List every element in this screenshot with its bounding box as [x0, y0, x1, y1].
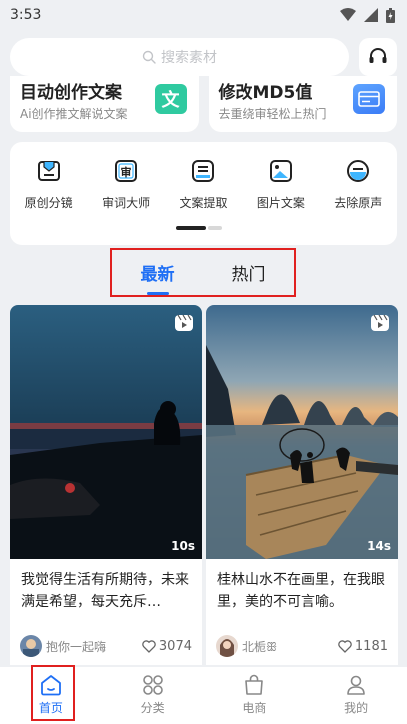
tool-remove-audio[interactable]: 去除原声	[321, 158, 395, 211]
card-icon	[353, 84, 385, 114]
tab-active-indicator	[146, 292, 169, 295]
guilin-river-image	[206, 305, 398, 559]
tool-storyboard[interactable]: 原创分镜	[12, 158, 86, 211]
nav-profile[interactable]: 我的	[305, 667, 407, 724]
feed-tabs: 最新 热门	[110, 248, 296, 297]
heart-icon	[142, 639, 156, 653]
customer-service-button[interactable]	[359, 38, 397, 76]
video-card[interactable]: 10s 我觉得生活有所期待，未来满是希望，每天充斥… 抱你一起嗨 3074	[10, 305, 202, 665]
like-count-value: 1181	[354, 638, 388, 654]
tab-latest-label: 最新	[140, 265, 175, 285]
page-indicator	[176, 226, 222, 230]
author-name[interactable]: 抱你一起嗨	[46, 638, 142, 655]
signal-icon	[364, 8, 378, 22]
video-badge-icon	[371, 314, 389, 331]
wen-icon: 文	[154, 84, 187, 114]
tool-label: 去除原声	[334, 196, 383, 210]
search-placeholder: 搜索素材	[161, 50, 217, 66]
wifi-icon	[340, 8, 356, 21]
feature-card-auto-copywriting[interactable]: 目动创作文案 Ai创作推文解说文案 文	[10, 76, 199, 132]
review-glyph: 审	[121, 165, 132, 179]
video-thumbnail[interactable]: 10s	[10, 305, 202, 559]
like-count-value: 3074	[158, 638, 192, 654]
tab-latest[interactable]: 最新	[133, 260, 183, 295]
shopping-bag-icon	[245, 674, 264, 695]
text-extract-icon	[192, 160, 215, 182]
search-icon	[142, 50, 156, 64]
nav-category-label: 分类	[140, 701, 165, 715]
nav-profile-label: 我的	[344, 701, 369, 715]
home-highlight-box	[31, 665, 75, 721]
nav-ecommerce-label: 电商	[242, 701, 267, 715]
card-title: 我觉得生活有所期待，未来满是希望，每天充斥…	[21, 572, 189, 610]
card-title: 桂林山水不在画里，在我眼里，美的不可言喻。	[217, 572, 385, 610]
review-words-icon: 审	[115, 160, 138, 182]
storyboard-icon	[37, 161, 60, 181]
tool-label: 原创分镜	[24, 196, 73, 210]
category-icon	[142, 675, 163, 695]
tool-label: 图片文案	[256, 196, 305, 210]
avatar[interactable]	[20, 635, 42, 657]
like-count[interactable]: 1181	[338, 639, 388, 654]
feature-card-md5[interactable]: 修改MD5值 去重绕审轻松上热门	[208, 76, 397, 132]
avatar[interactable]	[216, 635, 238, 657]
tab-hot[interactable]: 热门	[224, 260, 274, 285]
card-meta: 抱你一起嗨 3074	[10, 625, 202, 657]
tool-text-extract[interactable]: 文案提取	[166, 158, 240, 211]
video-badge-icon	[175, 314, 193, 331]
video-duration: 10s	[171, 539, 195, 553]
tools-row: 原创分镜 审 审词大师 文案提取 图片文案 去除原声	[10, 142, 397, 211]
status-icons	[340, 7, 395, 23]
headset-icon	[369, 48, 387, 63]
battery-icon	[386, 7, 395, 23]
image-text-icon	[269, 160, 292, 182]
tool-label: 审词大师	[102, 196, 151, 210]
search-input[interactable]: 搜索素材	[10, 38, 349, 76]
nav-ecommerce[interactable]: 电商	[204, 667, 306, 724]
tool-label: 文案提取	[179, 196, 228, 210]
video-thumbnail[interactable]: 14s	[206, 305, 398, 559]
search-row: 搜索素材	[10, 38, 397, 76]
night-cliff-image	[10, 305, 202, 559]
tab-hot-label: 热门	[231, 265, 266, 285]
remove-audio-icon	[347, 160, 370, 182]
status-bar: 3:53	[0, 0, 407, 30]
card-meta: 北栀ꕥ 1181	[206, 625, 398, 657]
profile-icon	[347, 675, 365, 695]
heart-icon	[338, 639, 352, 653]
status-time: 3:53	[10, 7, 42, 23]
feature-cards: 目动创作文案 Ai创作推文解说文案 文 修改MD5值 去重绕审轻松上热门	[10, 76, 397, 132]
video-duration: 14s	[367, 539, 391, 553]
tool-image-text[interactable]: 图片文案	[244, 158, 318, 211]
author-name[interactable]: 北栀ꕥ	[242, 638, 338, 655]
nav-category[interactable]: 分类	[102, 667, 204, 724]
like-count[interactable]: 3074	[142, 639, 192, 654]
video-card[interactable]: 14s 桂林山水不在画里，在我眼里，美的不可言喻。 北栀ꕥ 1181	[206, 305, 398, 665]
tool-review-words[interactable]: 审 审词大师	[89, 158, 163, 211]
